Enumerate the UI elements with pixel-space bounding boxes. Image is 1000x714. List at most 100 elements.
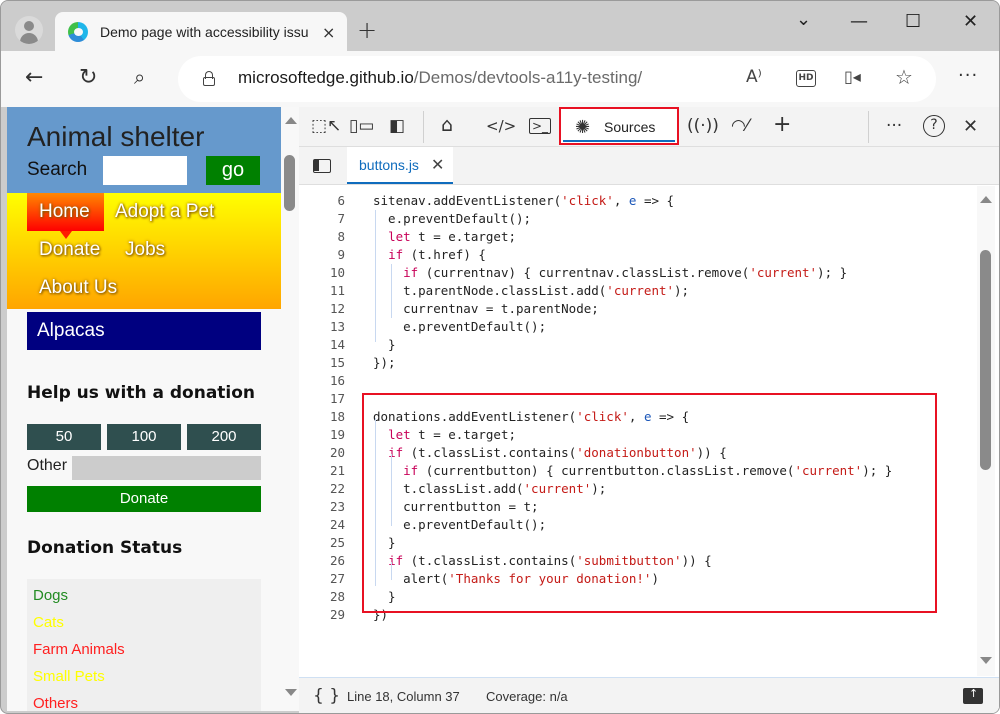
code-text: t.parentNode.classList.add('current');	[373, 283, 690, 298]
nav-item-about[interactable]: About Us	[39, 277, 117, 299]
line-number[interactable]: 8	[299, 228, 345, 246]
line-number[interactable]: 20	[299, 444, 345, 462]
line-number[interactable]: 26	[299, 552, 345, 570]
nav-item-adopt[interactable]: Adopt a Pet	[115, 201, 214, 223]
line-number[interactable]: 14	[299, 336, 345, 354]
code-text: if (currentnav) { currentnav.classList.r…	[403, 265, 848, 280]
close-window-button[interactable]: ✕	[963, 11, 978, 32]
amount-button-100[interactable]: 100	[107, 424, 181, 450]
scroll-down-arrow-icon[interactable]	[980, 657, 992, 664]
line-number[interactable]: 10	[299, 264, 345, 282]
line-number[interactable]: 7	[299, 210, 345, 228]
line-number[interactable]: 22	[299, 480, 345, 498]
settings-more-button[interactable]: ···	[958, 65, 978, 86]
line-number[interactable]: 15	[299, 354, 345, 372]
toolbar-divider	[423, 111, 424, 143]
browser-tab[interactable]: Demo page with accessibility issu ×	[55, 12, 347, 52]
browser-window: Demo page with accessibility issu × + ⌄ …	[0, 0, 1000, 714]
indent-guide	[375, 210, 376, 342]
search-input[interactable]	[103, 156, 187, 185]
nav-item-home[interactable]: Home	[39, 201, 90, 223]
status-item-others[interactable]: Others	[33, 695, 78, 711]
console-tab-icon[interactable]: >_	[529, 118, 552, 134]
webpage-scrollbar[interactable]	[281, 107, 299, 711]
indent-guide	[391, 264, 392, 318]
file-tab-label: buttons.js	[359, 157, 419, 173]
show-drawer-icon[interactable]	[963, 687, 983, 704]
new-tab-button[interactable]: +	[357, 16, 377, 44]
minimize-button[interactable]: —	[850, 11, 868, 32]
network-wifi-icon[interactable]: ((·))	[687, 116, 719, 136]
editor-scrollbar[interactable]	[977, 186, 995, 676]
code-editor[interactable]: 6 sitenav.addEventListener('click', e => …	[299, 186, 999, 676]
line-number[interactable]: 11	[299, 282, 345, 300]
line-number[interactable]: 25	[299, 534, 345, 552]
elements-tab-icon[interactable]: </>	[486, 117, 516, 135]
file-tab-close-icon[interactable]: ✕	[431, 155, 444, 174]
nav-item-donate[interactable]: Donate	[39, 239, 100, 261]
search-icon[interactable]: ⌕	[134, 65, 145, 89]
line-number[interactable]: 17	[299, 390, 345, 408]
performance-gauge-icon[interactable]: ◠⁄	[731, 116, 749, 136]
immersive-reader-icon[interactable]: ▯◂	[844, 67, 861, 86]
more-tools-plus-icon[interactable]: +	[773, 112, 791, 137]
file-tab-buttons-js[interactable]: buttons.js ✕	[347, 147, 453, 184]
line-number[interactable]: 16	[299, 372, 345, 390]
favorite-star-icon[interactable]: ☆	[895, 65, 913, 89]
donate-button[interactable]: Donate	[27, 486, 261, 512]
scroll-thumb[interactable]	[284, 155, 295, 211]
status-item-farm-animals[interactable]: Farm Animals	[33, 641, 125, 658]
devtools-toolbar: ⬚↖ ▯▭ ◧ ⌂ </> >_ ✺ Sources ((·)) ◠⁄ + ··…	[299, 107, 999, 147]
toggle-navigator-icon[interactable]	[313, 159, 331, 173]
amount-button-200[interactable]: 200	[187, 424, 261, 450]
line-number[interactable]: 6	[299, 192, 345, 210]
inspect-element-icon[interactable]: ⬚↖	[311, 116, 341, 136]
customize-more-icon[interactable]: ···	[886, 116, 902, 136]
scroll-thumb[interactable]	[980, 250, 991, 470]
line-number[interactable]: 29	[299, 606, 345, 624]
line-number[interactable]: 23	[299, 498, 345, 516]
other-amount-input[interactable]	[72, 456, 261, 480]
line-number[interactable]: 24	[299, 516, 345, 534]
refresh-button[interactable]: ↻	[79, 65, 97, 90]
pretty-print-braces-icon[interactable]: { }	[313, 686, 340, 706]
url-path: /Demos/devtools-a11y-testing/	[413, 68, 643, 87]
scroll-up-arrow-icon[interactable]	[285, 117, 297, 124]
line-number[interactable]: 12	[299, 300, 345, 318]
line-number[interactable]: 9	[299, 246, 345, 264]
line-number[interactable]: 28	[299, 588, 345, 606]
scroll-down-arrow-icon[interactable]	[285, 689, 297, 696]
close-devtools-icon[interactable]: ✕	[963, 116, 978, 137]
webpage-viewport: Animal shelter Search go Home Adopt a Pe…	[7, 107, 281, 711]
status-item-cats[interactable]: Cats	[33, 614, 64, 631]
dock-side-icon[interactable]: ◧	[389, 116, 405, 136]
line-number[interactable]: 13	[299, 318, 345, 336]
status-item-small-pets[interactable]: Small Pets	[33, 668, 105, 685]
line-number[interactable]: 27	[299, 570, 345, 588]
device-emulation-icon[interactable]: ▯▭	[349, 116, 374, 136]
nav-item-jobs[interactable]: Jobs	[125, 239, 165, 261]
line-number[interactable]: 18	[299, 408, 345, 426]
url-text[interactable]: microsoftedge.github.io/Demos/devtools-a…	[238, 68, 642, 88]
line-number[interactable]: 19	[299, 426, 345, 444]
hd-icon[interactable]: HD	[796, 70, 816, 87]
tab-close-icon[interactable]: ×	[322, 23, 335, 42]
line-number[interactable]: 21	[299, 462, 345, 480]
site-title: Animal shelter	[27, 121, 205, 152]
lock-icon[interactable]	[203, 71, 215, 86]
go-button[interactable]: go	[206, 156, 260, 185]
coverage-status: Coverage: n/a	[486, 689, 568, 704]
tab-sources[interactable]: ✺ Sources	[559, 107, 679, 145]
amount-button-50[interactable]: 50	[27, 424, 101, 450]
help-icon[interactable]: ?	[923, 115, 945, 137]
address-bar[interactable]: microsoftedge.github.io/Demos/devtools-a…	[178, 56, 936, 102]
status-item-dogs[interactable]: Dogs	[33, 587, 68, 604]
tab-list-chevron-icon[interactable]: ⌄	[796, 9, 811, 30]
profile-icon[interactable]	[15, 16, 43, 44]
scroll-up-arrow-icon[interactable]	[980, 196, 992, 203]
maximize-button[interactable]: ☐	[905, 11, 921, 32]
back-button[interactable]: ←	[25, 65, 43, 90]
subnav-item-alpacas[interactable]: Alpacas	[27, 312, 261, 350]
read-aloud-icon[interactable]: A⁾	[746, 67, 762, 87]
welcome-home-icon[interactable]: ⌂	[441, 114, 453, 136]
